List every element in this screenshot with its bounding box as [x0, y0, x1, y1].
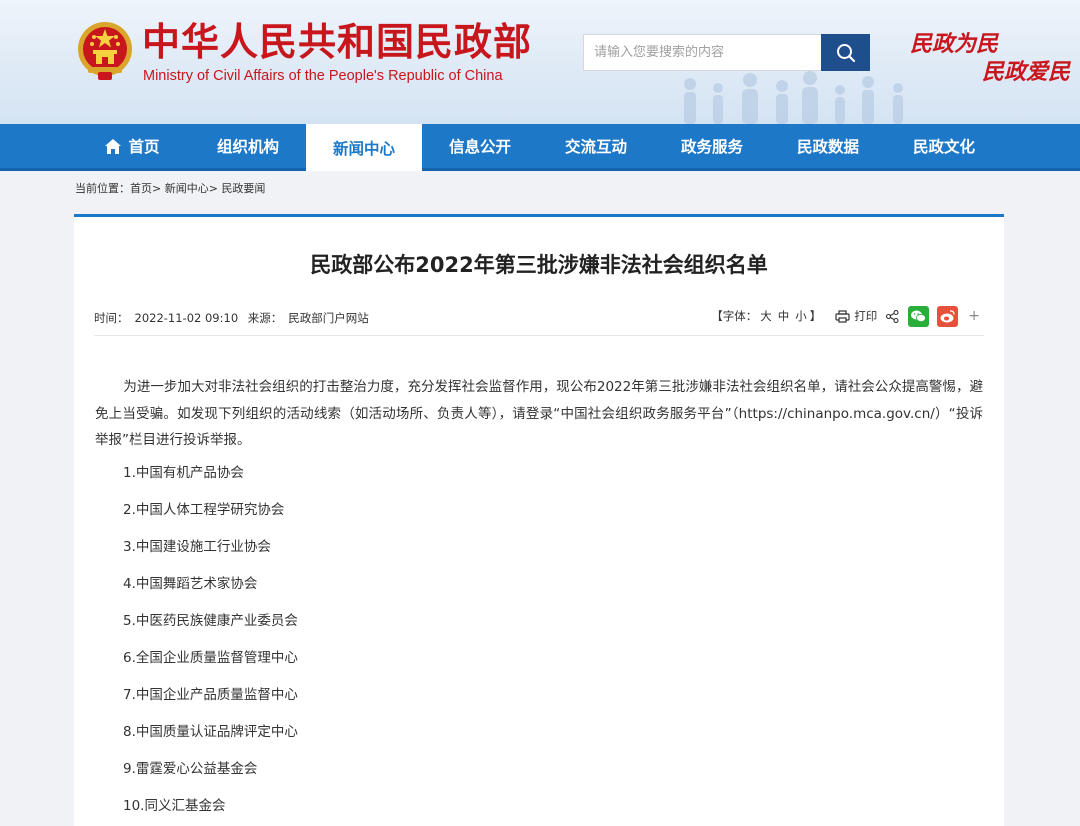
nav-item-label: 民政数据 — [796, 138, 859, 156]
nav-item-label: 信息公开 — [448, 138, 511, 156]
search-button[interactable] — [821, 34, 870, 71]
article-source: 民政部门户网站 — [288, 311, 369, 325]
wechat-share-button[interactable] — [908, 305, 930, 327]
list-item: 6.全国企业质量监督管理中心 — [123, 650, 298, 666]
font-size-control: 【字体：大中小】 — [711, 308, 821, 324]
list-item: 9.雷霆爱心公益基金会 — [123, 761, 258, 777]
breadcrumb-separator: > — [208, 182, 218, 195]
list-item: 10.同义汇基金会 — [123, 798, 226, 814]
font-label-open: 【字体： — [711, 309, 758, 323]
list-item: 3.中国建设施工行业协会 — [123, 539, 271, 555]
nav-item-label: 交流互动 — [564, 138, 627, 156]
nav-item-info-disclosure[interactable]: 信息公开 — [422, 124, 538, 168]
font-label-close: 】 — [809, 309, 822, 323]
print-button[interactable]: 打印 — [835, 308, 877, 324]
publish-time: 2022-11-02 09:10 — [134, 311, 239, 325]
nav-item-civil-culture[interactable]: 民政文化 — [886, 124, 1002, 168]
list-item: 8.中国质量认证品牌评定中心 — [123, 724, 298, 740]
share-icon[interactable] — [886, 309, 899, 323]
nav-item-home[interactable]: 首页 — [74, 124, 190, 168]
breadcrumb-separator: > — [152, 182, 162, 195]
list-item: 7.中国企业产品质量监督中心 — [123, 687, 298, 703]
breadcrumb: 当前位置：首页> 新闻中心> 民政要闻 — [75, 180, 265, 196]
organization-list: 1.中国有机产品协会 2.中国人体工程学研究协会 3.中国建设施工行业协会 4.… — [123, 462, 298, 826]
search-icon — [836, 43, 855, 62]
main-nav: 首页 组织机构 新闻中心 信息公开 交流互动 政务服务 民政数据 民政文化 — [0, 124, 1080, 171]
site-title: 中华人民共和国民政部 — [142, 19, 533, 64]
font-small-button[interactable]: 小 — [795, 309, 807, 323]
nav-item-news-center[interactable]: 新闻中心 — [306, 124, 422, 171]
article-meta: 时间： 2022-11-02 09:10 来源： 民政部门户网站 — [94, 310, 375, 326]
people-silhouette-decoration — [684, 71, 903, 124]
source-label: 来源： — [247, 311, 283, 325]
home-icon — [105, 138, 122, 154]
nav-item-label: 新闻中心 — [332, 139, 395, 158]
list-item: 4.中国舞蹈艺术家协会 — [123, 576, 258, 592]
nav-item-label: 首页 — [128, 138, 160, 156]
breadcrumb-home[interactable]: 首页 — [130, 182, 152, 195]
list-item: 2.中国人体工程学研究协会 — [123, 502, 285, 518]
font-medium-button[interactable]: 中 — [778, 309, 790, 323]
nav-item-organization[interactable]: 组织机构 — [190, 124, 306, 168]
nav-item-interaction[interactable]: 交流互动 — [538, 124, 654, 168]
slogan-line-2: 民政爱民 — [982, 59, 1071, 85]
nav-item-label: 政务服务 — [680, 138, 743, 156]
list-item: 1.中国有机产品协会 — [123, 465, 244, 481]
wechat-icon — [908, 305, 930, 327]
article-intro: 为进一步加大对非法社会组织的打击整治力度，充分发挥社会监督作用，现公布2022年… — [95, 379, 983, 448]
site-header: 中华人民共和国民政部 Ministry of Civil Affairs of … — [0, 0, 1080, 124]
list-item: 5.中医药民族健康产业委员会 — [123, 613, 298, 629]
search-input[interactable] — [583, 34, 821, 71]
nav-item-label: 组织机构 — [216, 138, 279, 156]
article-title: 民政部公布2022年第三批涉嫌非法社会组织名单 — [310, 253, 768, 277]
breadcrumb-civil-news[interactable]: 民政要闻 — [221, 182, 265, 195]
font-large-button[interactable]: 大 — [760, 309, 772, 323]
meta-divider — [94, 335, 984, 336]
weibo-icon — [937, 305, 959, 327]
national-emblem-icon — [78, 22, 132, 80]
weibo-share-button[interactable] — [937, 305, 959, 327]
nav-item-civil-data[interactable]: 民政数据 — [770, 124, 886, 168]
printer-icon — [835, 309, 850, 323]
time-label: 时间： — [94, 311, 129, 325]
breadcrumb-prefix: 当前位置： — [75, 182, 130, 195]
more-share-button[interactable]: + — [968, 308, 980, 324]
nav-item-government-services[interactable]: 政务服务 — [654, 124, 770, 168]
article-tools: 【字体：大中小】 打印 + — [711, 305, 980, 327]
article-panel: 民政部公布2022年第三批涉嫌非法社会组织名单 时间： 2022-11-02 09… — [74, 214, 1004, 826]
site-subtitle: Ministry of Civil Affairs of the People'… — [143, 68, 503, 84]
print-label: 打印 — [854, 309, 878, 323]
nav-item-label: 民政文化 — [912, 138, 975, 156]
breadcrumb-news-center[interactable]: 新闻中心 — [165, 182, 209, 195]
